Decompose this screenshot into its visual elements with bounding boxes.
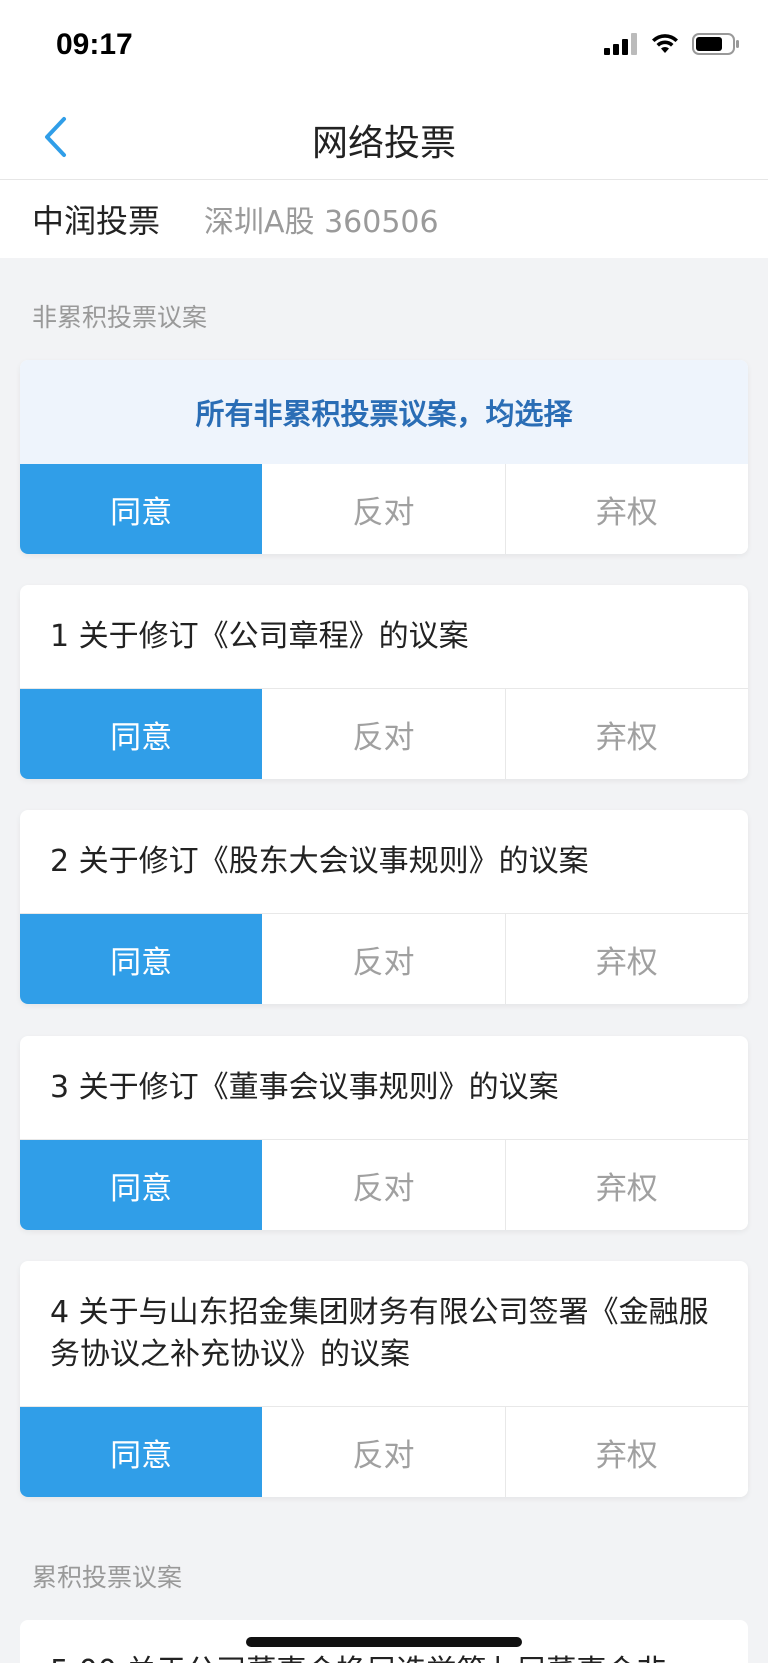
oppose-button[interactable]: 反对 [262,1407,506,1497]
proposal-vote-options: 同意 反对 弃权 [20,1140,748,1230]
proposal-title: 5.00 关于公司董事会换届选举第七届董事会非 [50,1646,666,1663]
proposal-vote-options: 同意 反对 弃权 [20,914,748,1004]
proposal-title: 1 关于修订《公司章程》的议案 [20,585,748,689]
bulk-agree-button[interactable]: 同意 [20,464,263,554]
abstain-button[interactable]: 弃权 [505,1140,748,1230]
proposal-title: 4 关于与山东招金集团财务有限公司签署《金融服务协议之补充协议》的议案 [20,1261,748,1407]
bulk-vote-card: 所有非累积投票议案，均选择 同意 反对 弃权 [20,360,748,554]
agree-button[interactable]: 同意 [20,1407,263,1497]
bulk-vote-title: 所有非累积投票议案，均选择 [20,360,748,464]
agree-button[interactable]: 同意 [20,689,263,779]
proposal-card: 3 关于修订《董事会议事规则》的议案 同意 反对 弃权 [20,1036,748,1230]
proposal-vote-options: 同意 反对 弃权 [20,1407,748,1497]
oppose-button[interactable]: 反对 [262,914,506,1004]
section-label-cumulative: 累积投票议案 [32,1563,183,1592]
abstain-button[interactable]: 弃权 [505,914,748,1004]
abstain-button[interactable]: 弃权 [505,689,748,779]
battery-icon [692,33,739,55]
bulk-vote-options: 同意 反对 弃权 [20,464,748,554]
status-bar: 09:17 [0,0,768,92]
page-title: 网络投票 [311,123,456,164]
proposal-card: 2 关于修订《股东大会议事规则》的议案 同意 反对 弃权 [20,810,748,1004]
section-label-non-cumulative: 非累积投票议案 [32,303,208,332]
wifi-icon [652,34,678,53]
oppose-button[interactable]: 反对 [262,1140,506,1230]
status-time: 09:17 [56,28,133,61]
abstain-button[interactable]: 弃权 [505,1407,748,1497]
bulk-oppose-button[interactable]: 反对 [262,464,506,554]
stock-code: 深圳A股 360506 [204,205,439,240]
nav-bar: 网络投票 [0,92,768,180]
status-icons [604,32,740,56]
stock-info: 中润投票 深圳A股 360506 [0,180,768,258]
bulk-abstain-button[interactable]: 弃权 [505,464,748,554]
proposal-card: 4 关于与山东招金集团财务有限公司签署《金融服务协议之补充协议》的议案 同意 反… [20,1261,748,1497]
proposal-title: 3 关于修订《董事会议事规则》的议案 [20,1036,748,1140]
proposal-card: 1 关于修订《公司章程》的议案 同意 反对 弃权 [20,585,748,779]
proposal-vote-options: 同意 反对 弃权 [20,689,748,779]
proposal-title: 2 关于修订《股东大会议事规则》的议案 [20,810,748,914]
oppose-button[interactable]: 反对 [262,689,506,779]
stock-name: 中润投票 [32,202,161,240]
home-indicator [246,1637,522,1647]
agree-button[interactable]: 同意 [20,1140,263,1230]
agree-button[interactable]: 同意 [20,914,263,1004]
signal-icon [604,33,637,55]
